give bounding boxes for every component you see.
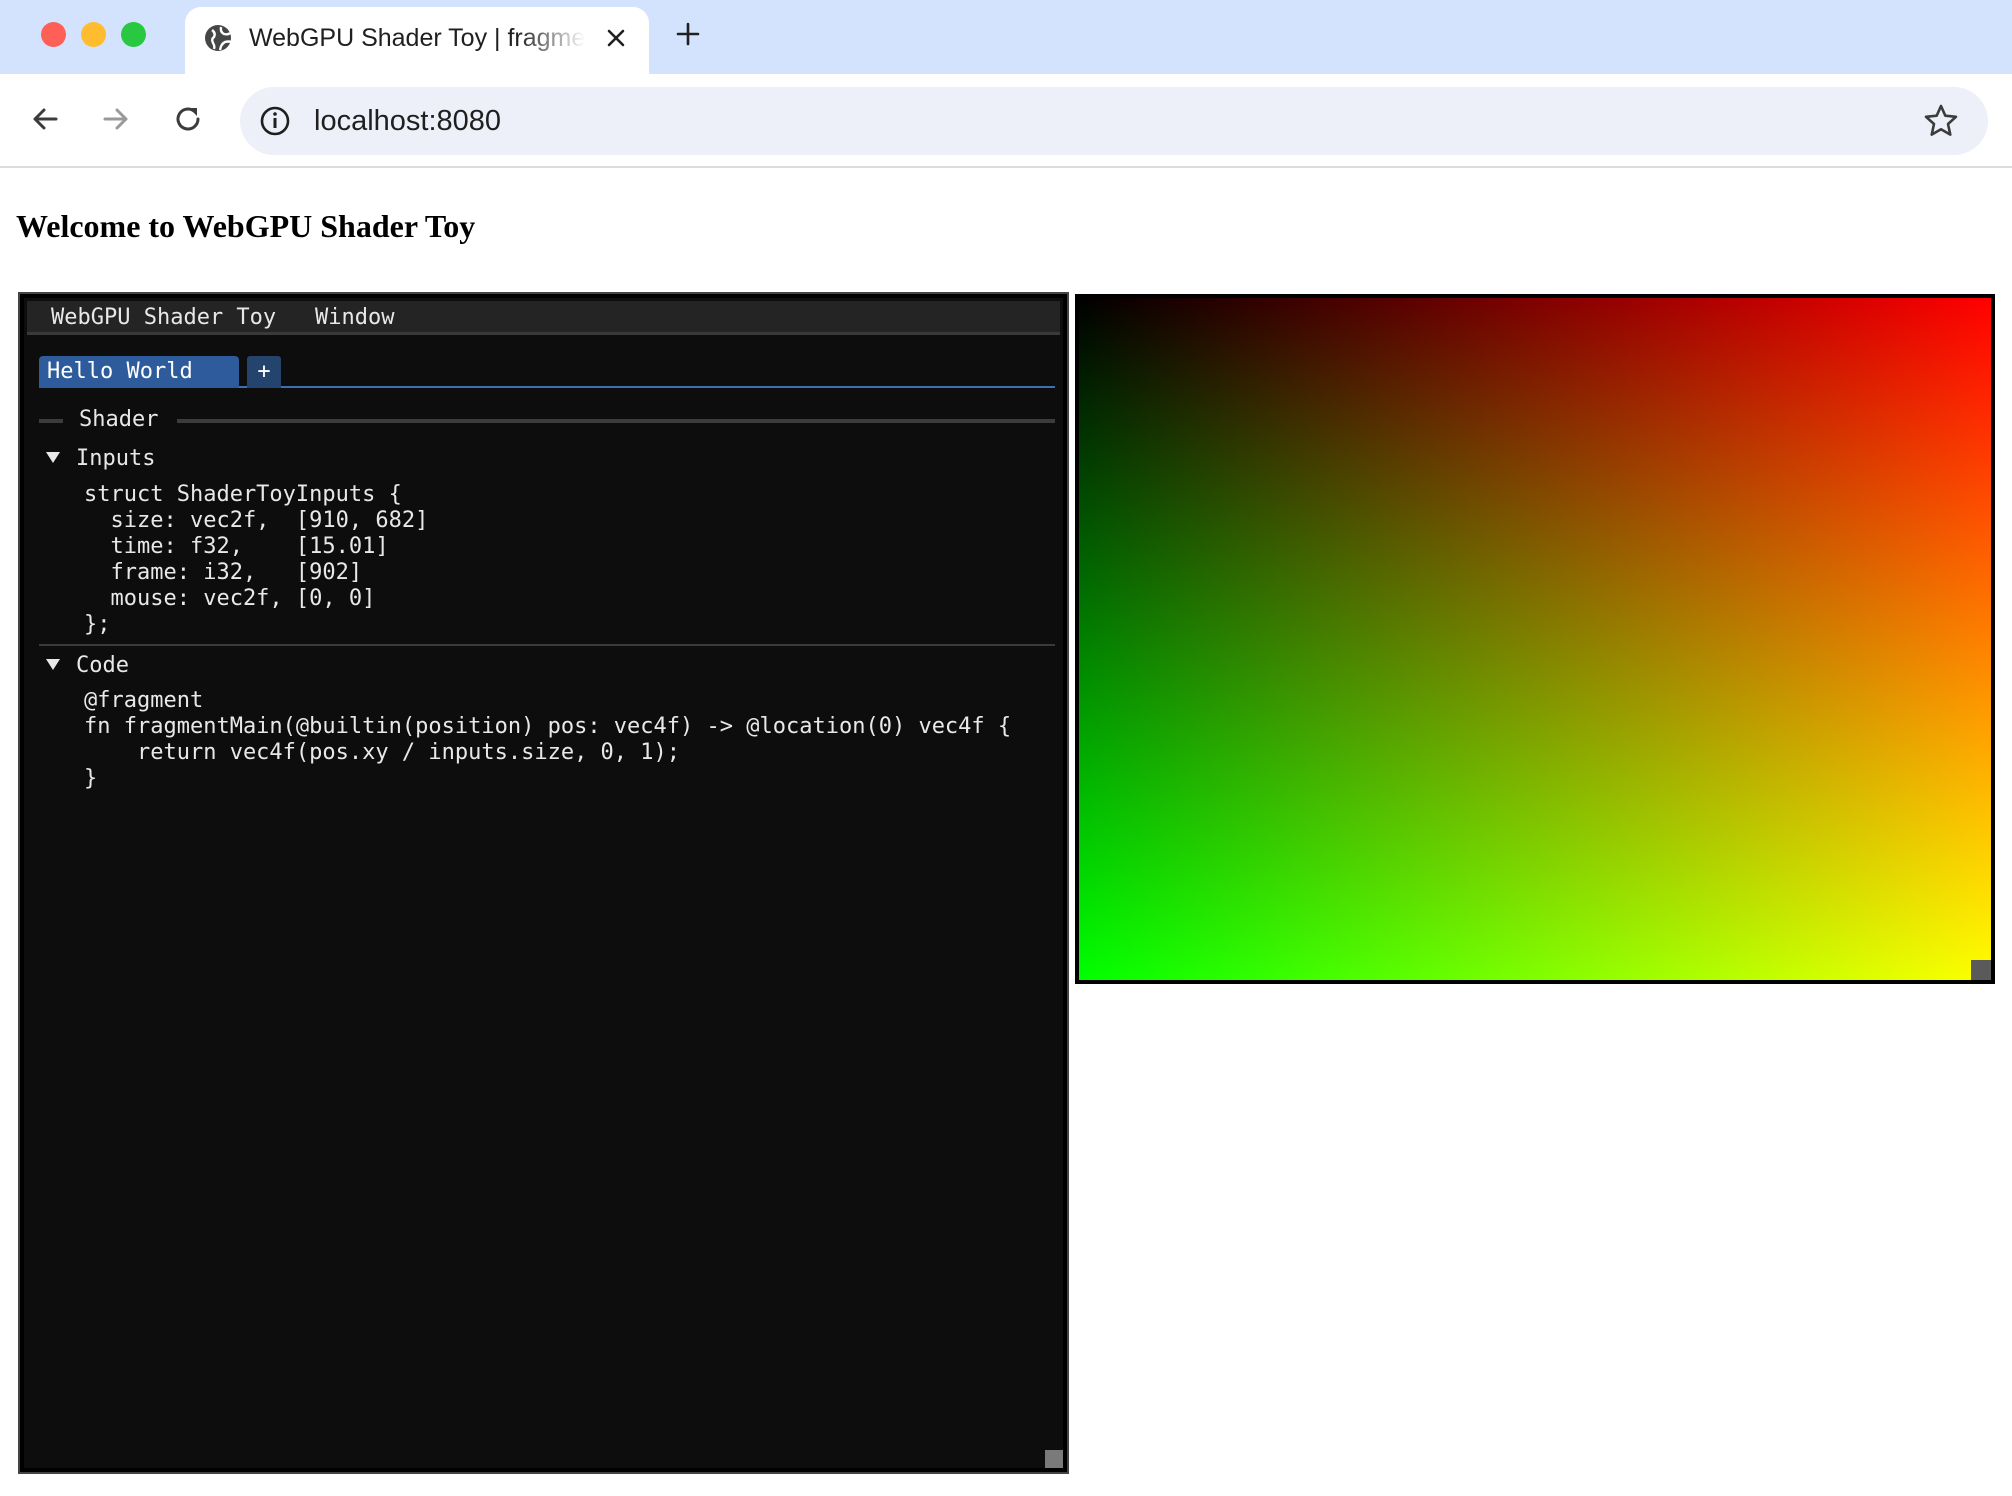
imgui-panel[interactable]: WebGPU Shader Toy Window Hello World + S… (18, 292, 1069, 1474)
imgui-menubar: WebGPU Shader Toy Window (27, 301, 1060, 335)
browser-tabstrip: WebGPU Shader Toy | fragment (0, 0, 2012, 74)
expand-triangle-icon (46, 659, 60, 670)
separator-line (177, 419, 1055, 423)
address-bar[interactable]: localhost:8080 (240, 87, 1988, 155)
tab-hello-world[interactable]: Hello World (39, 356, 239, 388)
page-title: Welcome to WebGPU Shader Toy (16, 208, 476, 244)
close-tab-icon[interactable] (603, 25, 629, 51)
separator-line (39, 419, 63, 423)
panel-resize-grip[interactable] (1045, 1450, 1063, 1468)
shader-code-text: @fragment fn fragmentMain(@builtin(posit… (84, 688, 1012, 791)
shader-canvas[interactable] (1079, 298, 1991, 980)
section-divider (39, 644, 1055, 646)
globe-icon (205, 25, 232, 51)
code-label: Code (76, 653, 129, 678)
site-info-icon[interactable] (258, 104, 292, 138)
tab-title: WebGPU Shader Toy | fragment (249, 24, 585, 52)
new-tab-icon[interactable] (672, 18, 704, 50)
expand-triangle-icon (46, 452, 60, 463)
forward-arrow-icon[interactable] (97, 100, 135, 138)
imgui-tabbar: Hello World + (39, 356, 1055, 388)
separator-label: Shader (79, 407, 159, 432)
menu-item-app[interactable]: WebGPU Shader Toy (51, 301, 276, 335)
shader-canvas-frame (1075, 294, 1995, 984)
bookmark-star-icon[interactable] (1922, 102, 1960, 140)
inputs-struct-text: struct ShaderToyInputs { size: vec2f, [9… (84, 482, 429, 637)
reload-icon[interactable] (169, 100, 207, 138)
browser-toolbar: localhost:8080 (0, 74, 2012, 168)
minimize-window-button[interactable] (81, 22, 106, 47)
add-tab-button[interactable]: + (247, 356, 281, 388)
code-tree-node[interactable]: Code (46, 650, 129, 682)
canvas-resize-grip[interactable] (1971, 960, 1991, 980)
menu-item-window[interactable]: Window (315, 301, 394, 335)
inputs-label: Inputs (76, 446, 156, 471)
url-text[interactable]: localhost:8080 (314, 87, 501, 155)
inputs-tree-node[interactable]: Inputs (46, 443, 155, 475)
close-window-button[interactable] (41, 22, 66, 47)
browser-tab-active[interactable]: WebGPU Shader Toy | fragment (185, 7, 649, 74)
shader-separator: Shader (39, 402, 1055, 438)
maximize-window-button[interactable] (121, 22, 146, 47)
back-arrow-icon[interactable] (26, 100, 64, 138)
